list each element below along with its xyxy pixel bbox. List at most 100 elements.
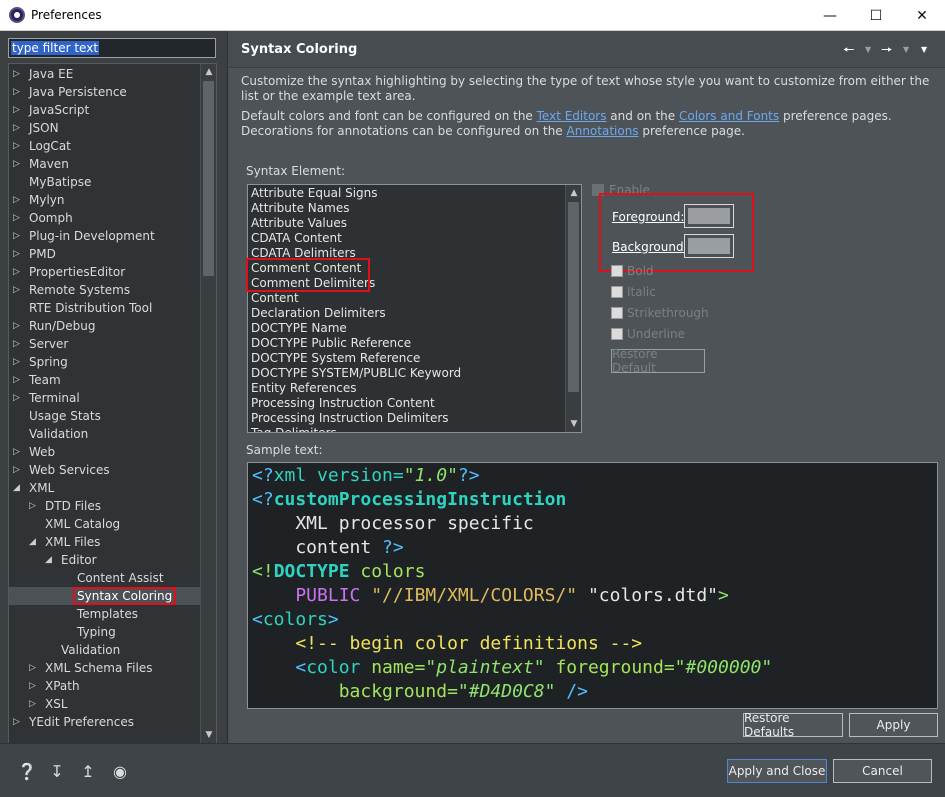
scroll-up-icon[interactable]: ▲ (203, 65, 215, 79)
tree-item[interactable]: ▷ Oomph (9, 209, 201, 227)
collapse-arrow-icon[interactable]: ◢ (29, 533, 36, 551)
import-icon[interactable]: ↧ (47, 761, 67, 781)
maximize-button[interactable]: ☐ (853, 0, 899, 31)
expand-arrow-icon[interactable]: ▷ (13, 389, 20, 407)
expand-arrow-icon[interactable]: ▷ (13, 245, 20, 263)
expand-arrow-icon[interactable]: ▷ (13, 155, 20, 173)
syntax-element-item[interactable]: Tag Delimiters (251, 426, 337, 432)
tree-item[interactable]: ◢ XML Files (9, 533, 201, 551)
strikethrough-checkbox[interactable] (611, 307, 623, 319)
bold-checkbox[interactable] (611, 265, 623, 277)
forward-dropdown-icon[interactable]: ▼ (903, 45, 909, 54)
apply-and-close-button[interactable]: Apply and Close (727, 759, 827, 783)
list-scroll-down-icon[interactable]: ▼ (568, 417, 580, 431)
syntax-element-item[interactable]: DOCTYPE SYSTEM/PUBLIC Keyword (251, 366, 461, 381)
back-dropdown-icon[interactable]: ▼ (865, 45, 871, 54)
tree-item[interactable]: ▷ Java Persistence (9, 83, 201, 101)
oomph-record-icon[interactable]: ◉ (110, 761, 130, 781)
expand-arrow-icon[interactable]: ▷ (13, 335, 20, 353)
syntax-element-item[interactable]: DOCTYPE Name (251, 321, 347, 336)
expand-arrow-icon[interactable]: ▷ (13, 101, 20, 119)
tree-item[interactable]: MyBatipse (9, 173, 201, 191)
tree-item[interactable]: ▷ Terminal (9, 389, 201, 407)
minimize-button[interactable]: — (807, 0, 853, 31)
expand-arrow-icon[interactable]: ▷ (13, 83, 20, 101)
expand-arrow-icon[interactable]: ▷ (13, 353, 20, 371)
italic-checkbox[interactable] (611, 286, 623, 298)
syntax-element-item[interactable]: Attribute Values (251, 216, 347, 231)
restore-defaults-button[interactable]: Restore Defaults (743, 711, 843, 739)
syntax-element-item[interactable]: Attribute Equal Signs (251, 186, 378, 201)
scroll-down-icon[interactable]: ▼ (203, 728, 215, 742)
syntax-element-item[interactable]: Processing Instruction Content (251, 396, 435, 411)
tree-item[interactable]: ▷ XSL (9, 695, 201, 713)
forward-arrow-icon[interactable]: 🠖 (881, 41, 892, 63)
tree-item[interactable]: Templates (9, 605, 201, 623)
expand-arrow-icon[interactable]: ▷ (29, 659, 36, 677)
text-editors-link[interactable]: Text Editors (537, 109, 607, 123)
tree-item[interactable]: ▷ Mylyn (9, 191, 201, 209)
tree-item[interactable]: Usage Stats (9, 407, 201, 425)
expand-arrow-icon[interactable]: ▷ (13, 227, 20, 245)
syntax-element-item[interactable]: Entity References (251, 381, 357, 396)
syntax-element-item[interactable]: CDATA Content (251, 231, 342, 246)
expand-arrow-icon[interactable]: ▷ (13, 137, 20, 155)
syntax-element-item[interactable]: Processing Instruction Delimiters (251, 411, 449, 426)
tree-item[interactable]: ▷ Run/Debug (9, 317, 201, 335)
colors-fonts-link[interactable]: Colors and Fonts (679, 109, 779, 123)
expand-arrow-icon[interactable]: ▷ (29, 497, 36, 515)
expand-arrow-icon[interactable]: ▷ (29, 677, 36, 695)
tree-item[interactable]: ▷ JavaScript (9, 101, 201, 119)
expand-arrow-icon[interactable]: ▷ (13, 461, 20, 479)
tree-scrollbar[interactable]: ▲ ▼ (200, 64, 216, 743)
tree-item[interactable]: ▷ Team (9, 371, 201, 389)
tree-item[interactable]: ▷ Server (9, 335, 201, 353)
list-scroll-thumb[interactable] (568, 202, 579, 392)
syntax-element-item[interactable]: DOCTYPE System Reference (251, 351, 420, 366)
syntax-element-item[interactable]: Attribute Names (251, 201, 349, 216)
tree-item[interactable]: Validation (9, 641, 201, 659)
expand-arrow-icon[interactable]: ▷ (13, 317, 20, 335)
tree-item[interactable]: ▷ DTD Files (9, 497, 201, 515)
help-icon[interactable]: ❔ (17, 761, 37, 781)
close-button[interactable]: ✕ (899, 0, 945, 31)
underline-checkbox[interactable] (611, 328, 623, 340)
tree-item[interactable]: Content Assist (9, 569, 201, 587)
tree-item[interactable]: ▷ Web (9, 443, 201, 461)
tree-item[interactable]: ▷ PMD (9, 245, 201, 263)
syntax-element-item[interactable]: DOCTYPE Public Reference (251, 336, 411, 351)
expand-arrow-icon[interactable]: ▷ (13, 371, 20, 389)
restore-default-button[interactable]: Restore Default (611, 347, 705, 375)
tree-item[interactable]: Syntax Coloring (9, 587, 201, 605)
tree-item[interactable]: ▷ JSON (9, 119, 201, 137)
cancel-button[interactable]: Cancel (833, 759, 932, 783)
tree-item[interactable]: ▷ Java EE (9, 65, 201, 83)
expand-arrow-icon[interactable]: ▷ (13, 65, 20, 83)
expand-arrow-icon[interactable]: ▷ (13, 191, 20, 209)
expand-arrow-icon[interactable]: ▷ (13, 209, 20, 227)
tree-item[interactable]: ▷ LogCat (9, 137, 201, 155)
scroll-thumb[interactable] (203, 81, 214, 276)
expand-arrow-icon[interactable]: ▷ (13, 263, 20, 281)
tree-item[interactable]: ▷ Maven (9, 155, 201, 173)
list-scrollbar[interactable]: ▲ ▼ (565, 185, 581, 432)
export-icon[interactable]: ↥ (78, 761, 98, 781)
collapse-arrow-icon[interactable]: ◢ (13, 479, 20, 497)
tree-item[interactable]: Validation (9, 425, 201, 443)
syntax-element-item[interactable]: Content (251, 291, 299, 306)
annotations-link[interactable]: Annotations (567, 124, 639, 138)
tree-item[interactable]: XML Catalog (9, 515, 201, 533)
tree-item[interactable]: ▷ PropertiesEditor (9, 263, 201, 281)
expand-arrow-icon[interactable]: ▷ (29, 695, 36, 713)
tree-item[interactable]: ▷ XML Schema Files (9, 659, 201, 677)
collapse-arrow-icon[interactable]: ◢ (45, 551, 52, 569)
syntax-element-item[interactable]: Declaration Delimiters (251, 306, 386, 321)
tree-item[interactable]: Typing (9, 623, 201, 641)
expand-arrow-icon[interactable]: ▷ (13, 119, 20, 137)
filter-input[interactable]: type filter text (8, 38, 216, 58)
tree-item[interactable]: ▷ Plug-in Development (9, 227, 201, 245)
view-menu-icon[interactable]: ▼ (921, 45, 927, 54)
tree-item[interactable]: ◢ XML (9, 479, 201, 497)
sample-text-area[interactable]: <?xml version="1.0"?> <?customProcessingI… (247, 462, 938, 709)
tree-item[interactable]: RTE Distribution Tool (9, 299, 201, 317)
